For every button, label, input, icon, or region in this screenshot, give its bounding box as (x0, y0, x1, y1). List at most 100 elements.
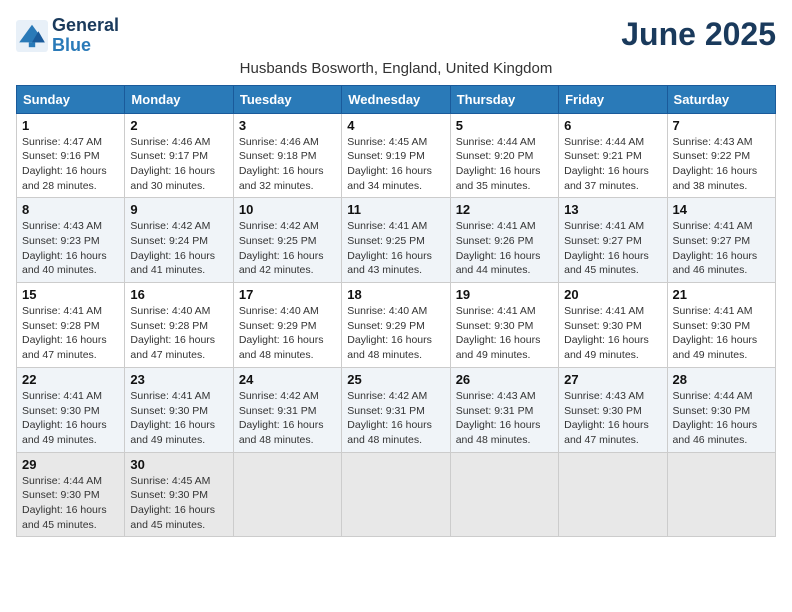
day-info: Sunrise: 4:43 AM Sunset: 9:22 PM Dayligh… (673, 135, 770, 194)
calendar-week-row: 1 Sunrise: 4:47 AM Sunset: 9:16 PM Daylig… (17, 113, 776, 198)
calendar-cell: 11Sunrise: 4:41 AM Sunset: 9:25 PM Dayli… (342, 198, 450, 283)
calendar-table: SundayMondayTuesdayWednesdayThursdayFrid… (16, 85, 776, 538)
calendar-cell: 26 Sunrise: 4:43 AM Sunset: 9:31 PM Dayli… (450, 367, 558, 452)
day-number: 18 (347, 287, 444, 302)
day-info: Sunrise: 4:43 AM Sunset: 9:23 PM Dayligh… (22, 219, 119, 278)
day-number: 3 (239, 118, 336, 133)
day-number: 21 (673, 287, 770, 302)
calendar-week-row: 22 Sunrise: 4:41 AM Sunset: 9:30 PM Dayli… (17, 367, 776, 452)
day-info: Sunrise: 4:41 AM Sunset: 9:30 PM Dayligh… (673, 304, 770, 363)
day-info: Sunrise: 4:41 AM Sunset: 9:27 PM Dayligh… (673, 219, 770, 278)
day-number: 12 (456, 202, 553, 217)
calendar-cell: 22 Sunrise: 4:41 AM Sunset: 9:30 PM Dayli… (17, 367, 125, 452)
day-info: Sunrise: 4:42 AM Sunset: 9:25 PM Dayligh… (239, 219, 336, 278)
calendar-week-row: 29 Sunrise: 4:44 AM Sunset: 9:30 PM Dayli… (17, 452, 776, 537)
day-number: 1 (22, 118, 119, 133)
calendar-cell: 8 Sunrise: 4:43 AM Sunset: 9:23 PM Daylig… (17, 198, 125, 283)
day-info: Sunrise: 4:41 AM Sunset: 9:27 PM Dayligh… (564, 219, 661, 278)
day-number: 2 (130, 118, 227, 133)
day-info: Sunrise: 4:44 AM Sunset: 9:20 PM Dayligh… (456, 135, 553, 194)
logo-text-general: General (52, 16, 119, 36)
day-number: 28 (673, 372, 770, 387)
calendar-cell (559, 452, 667, 537)
header: General Blue June 2025 (16, 16, 776, 56)
calendar-header-thursday: Thursday (450, 85, 558, 113)
calendar-cell: 18 Sunrise: 4:40 AM Sunset: 9:29 PM Dayli… (342, 283, 450, 368)
calendar-cell: 14 Sunrise: 4:41 AM Sunset: 9:27 PM Dayli… (667, 198, 775, 283)
calendar-cell: 17Sunrise: 4:40 AM Sunset: 9:29 PM Dayli… (233, 283, 341, 368)
day-info: Sunrise: 4:43 AM Sunset: 9:31 PM Dayligh… (456, 389, 553, 448)
day-info: Sunrise: 4:41 AM Sunset: 9:30 PM Dayligh… (22, 389, 119, 448)
calendar-cell: 21 Sunrise: 4:41 AM Sunset: 9:30 PM Dayli… (667, 283, 775, 368)
logo: General Blue (16, 16, 119, 56)
day-info: Sunrise: 4:41 AM Sunset: 9:28 PM Dayligh… (22, 304, 119, 363)
day-number: 26 (456, 372, 553, 387)
subtitle: Husbands Bosworth, England, United Kingd… (16, 60, 776, 77)
day-info: Sunrise: 4:47 AM Sunset: 9:16 PM Dayligh… (22, 135, 119, 194)
day-info: Sunrise: 4:41 AM Sunset: 9:30 PM Dayligh… (130, 389, 227, 448)
day-number: 14 (673, 202, 770, 217)
day-info: Sunrise: 4:46 AM Sunset: 9:17 PM Dayligh… (130, 135, 227, 194)
calendar-header-row: SundayMondayTuesdayWednesdayThursdayFrid… (17, 85, 776, 113)
calendar-cell: 23 Sunrise: 4:41 AM Sunset: 9:30 PM Dayli… (125, 367, 233, 452)
calendar-header-friday: Friday (559, 85, 667, 113)
day-number: 5 (456, 118, 553, 133)
calendar-cell (667, 452, 775, 537)
day-info: Sunrise: 4:44 AM Sunset: 9:30 PM Dayligh… (22, 474, 119, 533)
day-info: Sunrise: 4:41 AM Sunset: 9:26 PM Dayligh… (456, 219, 553, 278)
calendar-cell: 15 Sunrise: 4:41 AM Sunset: 9:28 PM Dayli… (17, 283, 125, 368)
calendar-cell: 16Sunrise: 4:40 AM Sunset: 9:28 PM Dayli… (125, 283, 233, 368)
day-number: 30 (130, 457, 227, 472)
day-info: Sunrise: 4:45 AM Sunset: 9:30 PM Dayligh… (130, 474, 227, 533)
calendar-header-tuesday: Tuesday (233, 85, 341, 113)
calendar-cell: 20Sunrise: 4:41 AM Sunset: 9:30 PM Dayli… (559, 283, 667, 368)
day-number: 7 (673, 118, 770, 133)
day-number: 16 (130, 287, 227, 302)
day-number: 13 (564, 202, 661, 217)
day-info: Sunrise: 4:41 AM Sunset: 9:25 PM Dayligh… (347, 219, 444, 278)
calendar-cell: 10 Sunrise: 4:42 AM Sunset: 9:25 PM Dayli… (233, 198, 341, 283)
day-info: Sunrise: 4:42 AM Sunset: 9:24 PM Dayligh… (130, 219, 227, 278)
calendar-cell (450, 452, 558, 537)
calendar-cell (233, 452, 341, 537)
logo-text-blue: Blue (52, 36, 119, 56)
calendar-cell: 30 Sunrise: 4:45 AM Sunset: 9:30 PM Dayli… (125, 452, 233, 537)
day-number: 17 (239, 287, 336, 302)
calendar-week-row: 15 Sunrise: 4:41 AM Sunset: 9:28 PM Dayli… (17, 283, 776, 368)
day-info: Sunrise: 4:41 AM Sunset: 9:30 PM Dayligh… (564, 304, 661, 363)
calendar-header-monday: Monday (125, 85, 233, 113)
day-info: Sunrise: 4:42 AM Sunset: 9:31 PM Dayligh… (239, 389, 336, 448)
calendar-header-wednesday: Wednesday (342, 85, 450, 113)
day-info: Sunrise: 4:40 AM Sunset: 9:29 PM Dayligh… (347, 304, 444, 363)
calendar-cell: 25Sunrise: 4:42 AM Sunset: 9:31 PM Dayli… (342, 367, 450, 452)
calendar-header-saturday: Saturday (667, 85, 775, 113)
calendar-cell: 24 Sunrise: 4:42 AM Sunset: 9:31 PM Dayli… (233, 367, 341, 452)
day-number: 9 (130, 202, 227, 217)
day-info: Sunrise: 4:43 AM Sunset: 9:30 PM Dayligh… (564, 389, 661, 448)
day-number: 24 (239, 372, 336, 387)
calendar-cell: 19Sunrise: 4:41 AM Sunset: 9:30 PM Dayli… (450, 283, 558, 368)
calendar-cell: 29 Sunrise: 4:44 AM Sunset: 9:30 PM Dayli… (17, 452, 125, 537)
calendar-cell: 2 Sunrise: 4:46 AM Sunset: 9:17 PM Daylig… (125, 113, 233, 198)
day-number: 4 (347, 118, 444, 133)
calendar-cell: 6Sunrise: 4:44 AM Sunset: 9:21 PM Daylig… (559, 113, 667, 198)
calendar-cell: 3Sunrise: 4:46 AM Sunset: 9:18 PM Daylig… (233, 113, 341, 198)
day-info: Sunrise: 4:45 AM Sunset: 9:19 PM Dayligh… (347, 135, 444, 194)
calendar-cell (342, 452, 450, 537)
day-info: Sunrise: 4:44 AM Sunset: 9:30 PM Dayligh… (673, 389, 770, 448)
month-title: June 2025 (621, 16, 776, 53)
calendar-cell: 27Sunrise: 4:43 AM Sunset: 9:30 PM Dayli… (559, 367, 667, 452)
day-number: 19 (456, 287, 553, 302)
calendar-cell: 4 Sunrise: 4:45 AM Sunset: 9:19 PM Daylig… (342, 113, 450, 198)
day-number: 10 (239, 202, 336, 217)
day-number: 23 (130, 372, 227, 387)
logo-icon (16, 20, 48, 52)
calendar-header-sunday: Sunday (17, 85, 125, 113)
calendar-cell: 5 Sunrise: 4:44 AM Sunset: 9:20 PM Daylig… (450, 113, 558, 198)
day-info: Sunrise: 4:42 AM Sunset: 9:31 PM Dayligh… (347, 389, 444, 448)
day-number: 8 (22, 202, 119, 217)
day-number: 22 (22, 372, 119, 387)
day-number: 29 (22, 457, 119, 472)
day-number: 15 (22, 287, 119, 302)
calendar-cell: 1 Sunrise: 4:47 AM Sunset: 9:16 PM Daylig… (17, 113, 125, 198)
